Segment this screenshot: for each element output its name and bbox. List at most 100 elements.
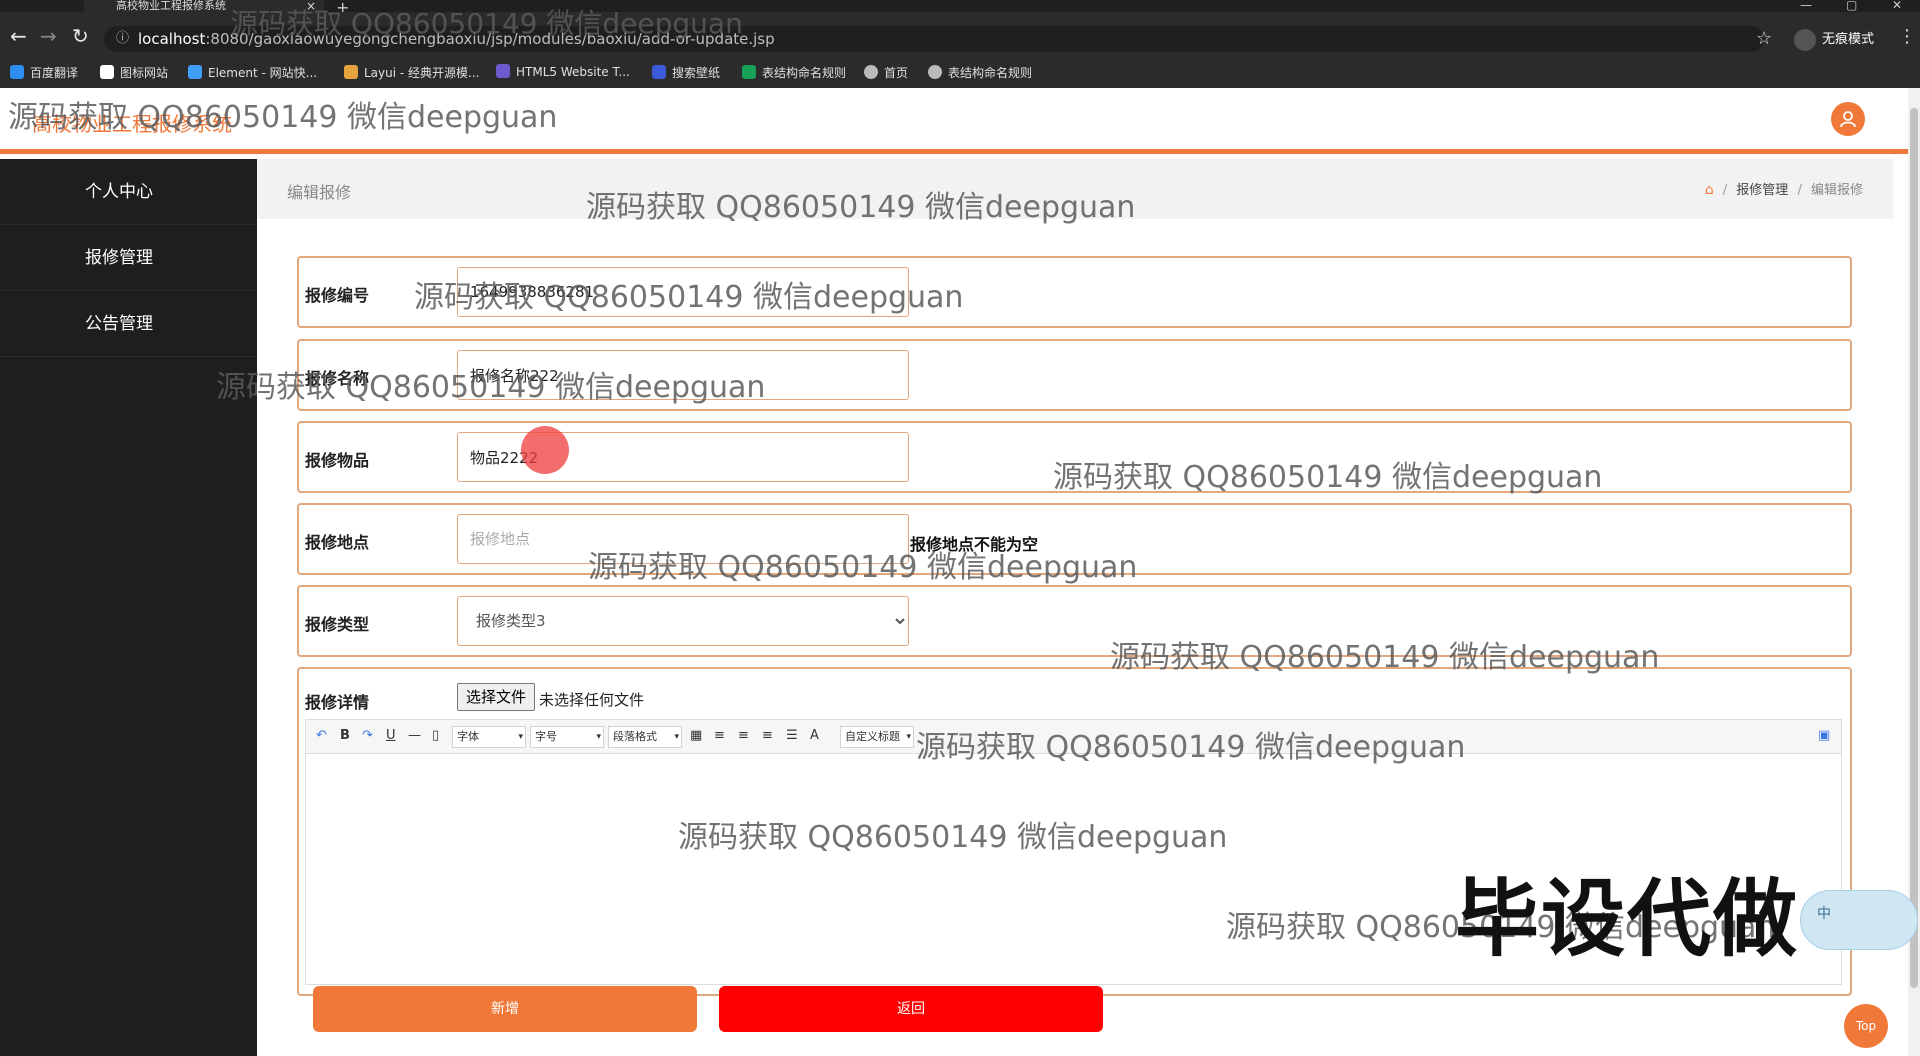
breadcrumb: ⌂ / 报修管理 / 编辑报修 [1705, 179, 1863, 198]
undo-icon[interactable]: ↶ [316, 728, 327, 743]
bookmark-favicon [188, 65, 202, 79]
sidebar: 个人中心 报修管理 公告管理 [0, 159, 257, 1056]
bookmark-favicon [864, 65, 878, 79]
bookmark-favicon [928, 65, 942, 79]
file-status: 未选择任何文件 [539, 691, 645, 709]
repair-number-input[interactable] [457, 267, 909, 317]
chevron-down-icon: ▾ [518, 732, 523, 742]
bookmark-favicon [496, 64, 510, 78]
browser-tab[interactable]: 高校物业工程报修系统 × [84, 0, 324, 12]
source-code-icon[interactable]: ▣ [1818, 728, 1830, 743]
bookmark-star-icon[interactable]: ☆ [1756, 28, 1772, 49]
form-row-repair-type: 报修类型 报修类型3 [297, 585, 1852, 657]
bookmark-item[interactable]: 表结构命名规则 [742, 64, 846, 81]
bookmark-favicon [100, 65, 114, 79]
font-family-label: 字体 [457, 730, 479, 743]
tab-close-icon[interactable]: × [306, 0, 316, 12]
site-info-icon[interactable]: ⓘ [116, 26, 129, 52]
breadcrumb-item-current: 编辑报修 [1810, 183, 1863, 198]
redo-icon[interactable]: ↷ [362, 728, 373, 743]
form-row-repair-name: 报修名称 [297, 339, 1852, 411]
repair-item-label: 报修物品 [305, 451, 370, 470]
scrollbar-thumb[interactable] [1910, 108, 1918, 988]
paragraph-select[interactable]: 段落格式 ▾ [608, 726, 682, 748]
form-row-repair-number: 报修编号 [297, 256, 1852, 328]
url-input[interactable]: ⓘ localhost:8080/gaoxiaowuyegongchengbao… [104, 26, 1764, 52]
sidebar-item-profile[interactable]: 个人中心 [0, 159, 257, 225]
promo-stamp: 毕设代做 [1455, 870, 1800, 968]
chevron-down-icon: ▾ [596, 732, 601, 742]
bookmark-item[interactable]: 图标网站 [100, 64, 168, 81]
underline-icon[interactable]: U [386, 728, 396, 743]
repair-detail-label: 报修详情 [305, 693, 370, 712]
maximize-icon[interactable]: ▢ [1846, 0, 1857, 12]
choose-file-button[interactable]: 选择文件 [457, 683, 536, 711]
repair-location-label: 报修地点 [305, 533, 370, 552]
window-close-icon[interactable]: ✕ [1892, 0, 1902, 12]
back-to-top-button[interactable]: Top [1844, 1004, 1888, 1048]
incognito-icon [1794, 28, 1816, 51]
custom-title-select[interactable]: 自定义标题 ▾ [840, 726, 914, 748]
horizontal-rule-icon[interactable]: — [408, 728, 421, 743]
paste-icon[interactable]: ▯ [432, 728, 439, 743]
bookmark-favicon [742, 65, 756, 79]
repair-type-select[interactable]: 报修类型3 [457, 596, 909, 646]
user-icon [1840, 111, 1856, 128]
incognito-label: 无痕模式 [1822, 32, 1875, 47]
custom-title-label: 自定义标题 [845, 730, 900, 743]
bookmark-item[interactable]: 搜索壁纸 [652, 64, 720, 81]
bookmark-item[interactable]: Element - 网站快... [188, 64, 317, 81]
editor-toolbar: ↶ B ↷ U — ▯ 字体 ▾ 字号 ▾ 段落格式 ▾ ▦ ≡ ≡ ≡ ☰ A 自定… [306, 720, 1841, 754]
font-color-icon[interactable]: A [810, 728, 819, 743]
url-host: localhost [138, 30, 206, 48]
bookmark-item[interactable]: 百度翻译 [10, 64, 78, 81]
bookmark-item[interactable]: 表结构命名规则 [928, 64, 1032, 81]
sidebar-item-repairs[interactable]: 报修管理 [0, 225, 257, 291]
page-title: 编辑报修 [287, 183, 352, 202]
breadcrumb-item-repairs[interactable]: 报修管理 [1736, 183, 1788, 198]
bookmark-label: 百度翻译 [30, 66, 79, 80]
back-icon[interactable]: ← [10, 26, 27, 46]
font-family-select[interactable]: 字体 ▾ [452, 726, 526, 748]
repair-name-input[interactable] [457, 350, 909, 400]
bold-icon[interactable]: B [340, 728, 350, 743]
justify-icon[interactable]: ☰ [786, 728, 798, 743]
back-button[interactable]: 返回 [719, 986, 1103, 1032]
chevron-down-icon: ▾ [674, 732, 679, 742]
font-size-select[interactable]: 字号 ▾ [530, 726, 604, 748]
repair-location-input[interactable] [457, 514, 909, 564]
submit-button[interactable]: 新增 [313, 986, 697, 1032]
align-left-icon[interactable]: ≡ [714, 728, 725, 743]
breadcrumb-separator: / [1797, 183, 1802, 198]
incognito-button[interactable]: 无痕模式 [1794, 28, 1874, 51]
bookmark-label: Layui - 经典开源模... [364, 66, 480, 80]
repair-location-error: 报修地点不能为空 [910, 535, 1039, 554]
repair-type-label: 报修类型 [305, 615, 370, 634]
align-center-icon[interactable]: ≡ [738, 728, 749, 743]
table-icon[interactable]: ▦ [690, 728, 702, 743]
home-icon[interactable]: ⌂ [1705, 182, 1714, 198]
url-path: :8080/gaoxiaowuyegongchengbaoxiu/jsp/mod… [205, 30, 775, 48]
bookmark-item[interactable]: Layui - 经典开源模... [344, 64, 479, 81]
bookmark-item[interactable]: 首页 [864, 64, 908, 81]
browser-tab-strip: 高校物业工程报修系统 × + — ▢ ✕ [0, 0, 1920, 17]
bookmark-label: HTML5 Website T... [516, 65, 630, 79]
forward-icon[interactable]: → [40, 26, 57, 46]
browser-menu-icon[interactable]: ⋮ [1898, 26, 1916, 47]
minimize-icon[interactable]: — [1800, 0, 1812, 12]
cursor-highlight [521, 426, 569, 474]
bookmark-item[interactable]: HTML5 Website T... [496, 64, 630, 79]
form-row-repair-location: 报修地点 报修地点不能为空 [297, 503, 1852, 575]
sidebar-item-notices[interactable]: 公告管理 [0, 291, 257, 357]
bookmark-label: 表结构命名规则 [762, 66, 847, 80]
ime-widget[interactable]: 中 [1800, 890, 1918, 950]
reload-icon[interactable]: ↻ [72, 26, 89, 46]
bookmark-favicon [652, 65, 666, 79]
align-right-icon[interactable]: ≡ [762, 728, 773, 743]
user-avatar[interactable] [1831, 102, 1865, 136]
bookmark-favicon [10, 65, 24, 79]
breadcrumb-separator: / [1722, 183, 1728, 198]
bookmark-label: 表结构命名规则 [948, 66, 1033, 80]
bookmark-label: Element - 网站快... [208, 66, 318, 80]
ime-label: 中 [1817, 906, 1831, 922]
